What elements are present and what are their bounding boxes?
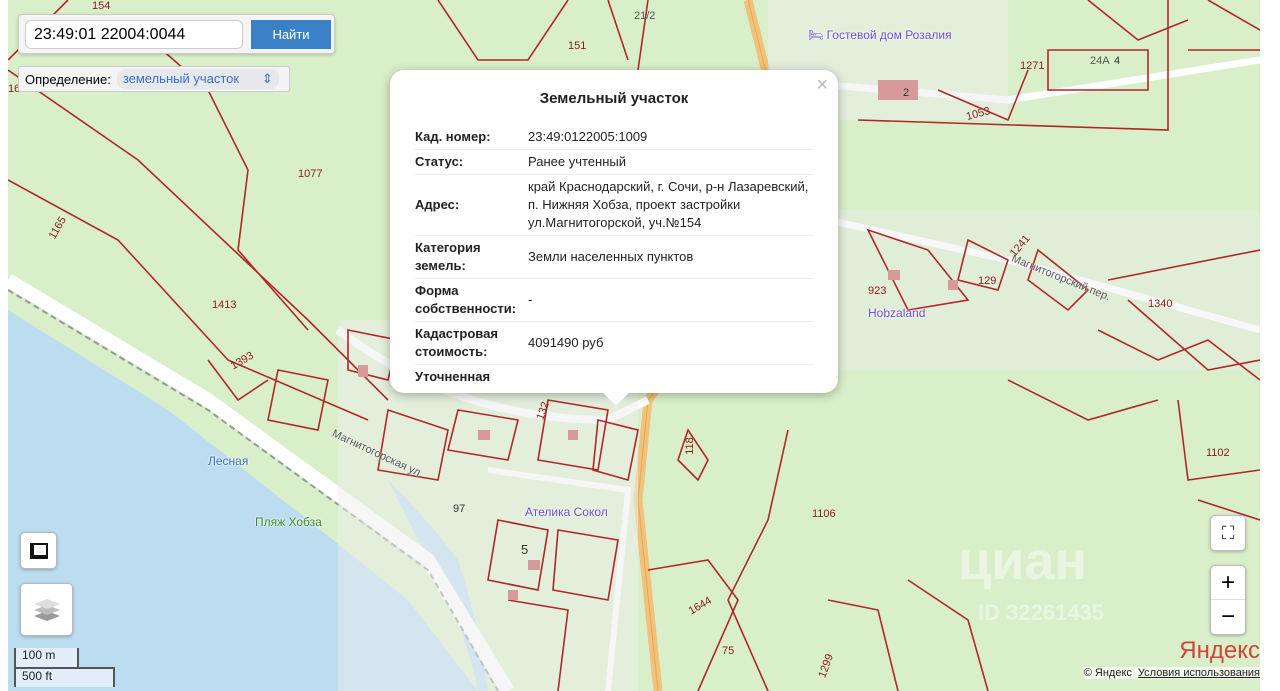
fullscreen-button[interactable]: ⛶ — [1210, 515, 1246, 551]
info-value: Земли населенных пунктов — [528, 249, 694, 264]
parcel-number: 24А — [1090, 55, 1110, 67]
info-key: Форма собственности: — [415, 283, 517, 316]
info-key: Кад. номер: — [415, 129, 491, 144]
info-key: Категория земель: — [415, 240, 481, 273]
scale-imperial: 500 ft — [14, 667, 115, 687]
poi-atelika[interactable]: Ателика Сокол — [525, 505, 608, 519]
fullscreen-icon: ⛶ — [1221, 522, 1235, 543]
info-row: Адрес: край Краснодарский, г. Сочи, р-н Л… — [415, 175, 813, 236]
info-row: Статус: Ранее учтенный — [415, 150, 813, 175]
info-value: - — [528, 292, 533, 307]
ruler-button[interactable] — [20, 532, 57, 569]
parcel-number: 4 — [1114, 55, 1121, 67]
poi-beach[interactable]: Пляж Хобза — [255, 515, 322, 529]
poi-guesthouse[interactable]: 🛏 Гостевой дом Розалия — [808, 28, 952, 42]
yandex-logo: Яндекс — [1179, 637, 1260, 664]
info-row: Уточненная — [415, 365, 813, 381]
layers-icon — [33, 598, 60, 621]
parcel-number: 97 — [453, 503, 466, 515]
parcel-number: 1271 — [1020, 60, 1045, 72]
definition-label: Определение: — [25, 71, 111, 87]
page-margin — [1260, 0, 1280, 691]
info-key: Адрес: — [415, 197, 460, 212]
parcel-number: 1413 — [212, 299, 237, 311]
zoom-in-button[interactable]: + — [1211, 566, 1245, 601]
cadastral-search-input[interactable] — [25, 20, 243, 49]
parcel-number: 154 — [92, 0, 111, 12]
info-value: край Краснодарский, г. Сочи, р-н Лазарев… — [528, 179, 809, 230]
info-row: Кад. номер: 23:49:0122005:1009 — [415, 125, 813, 150]
parcel-number: 1340 — [1148, 298, 1173, 310]
ruler-icon — [29, 542, 48, 559]
info-key: Кадастровая стоимость: — [415, 326, 498, 359]
info-key: Уточненная — [415, 369, 491, 381]
layers-button[interactable] — [20, 583, 73, 636]
close-icon[interactable]: × — [816, 74, 828, 97]
poi-hobzaland[interactable]: Hobzaland — [868, 284, 925, 320]
copyright: © Яндекс — [1083, 667, 1132, 679]
parcel-number: 75 — [722, 645, 735, 657]
parcel-number: 118 — [683, 437, 696, 455]
info-value: 4091490 руб — [528, 335, 604, 350]
parcel-number: 2 — [903, 87, 910, 99]
zoom-control: + − — [1210, 565, 1246, 635]
parcel-info-popup: × Земельный участок Кад. номер: 23:49:012… — [390, 70, 838, 406]
parcel-number: 1077 — [298, 168, 323, 180]
info-value: Ранее учтенный — [528, 154, 626, 169]
definition-panel: Определение: земельный участок ⇕ — [18, 66, 290, 92]
watermark-id: ID 32261435 — [978, 600, 1104, 625]
info-key: Статус: — [415, 154, 464, 169]
info-row: Категория земель: Земли населенных пункто… — [415, 236, 813, 279]
hotel-icon: 🛏 — [808, 28, 824, 42]
search-button[interactable]: Найти — [251, 20, 331, 49]
scale-metric: 100 m — [14, 648, 79, 667]
watermark-brand: циан — [958, 531, 1088, 591]
parcel-number: 1106 — [812, 508, 836, 520]
definition-select[interactable]: земельный участок ⇕ — [116, 69, 279, 89]
parcel-number: 151 — [568, 40, 587, 52]
poi-station[interactable]: Лесная — [208, 454, 248, 468]
terms-link[interactable]: Условия использования — [1138, 667, 1260, 679]
info-value: 23:49:0122005:1009 — [528, 129, 648, 144]
search-panel: Найти — [18, 14, 335, 54]
parcel-number: 21/2 — [634, 10, 656, 22]
info-value — [528, 374, 813, 380]
parcel-number: 1102 — [1206, 447, 1230, 459]
parcel-info-table[interactable]: Кад. номер: 23:49:0122005:1009 Статус: Ран… — [415, 125, 813, 381]
attribution: © Яндекс Условия использования — [1083, 667, 1260, 679]
zoom-out-button[interactable]: − — [1211, 600, 1245, 634]
parcel-number: 129 — [978, 275, 997, 287]
info-row: Форма собственности: - — [415, 279, 813, 322]
chevron-updown-icon: ⇕ — [261, 71, 273, 86]
parcel-number: 5 — [521, 542, 529, 557]
popup-title: Земельный участок — [539, 90, 689, 107]
info-row: Кадастровая стоимость: 4091490 руб — [415, 322, 813, 365]
